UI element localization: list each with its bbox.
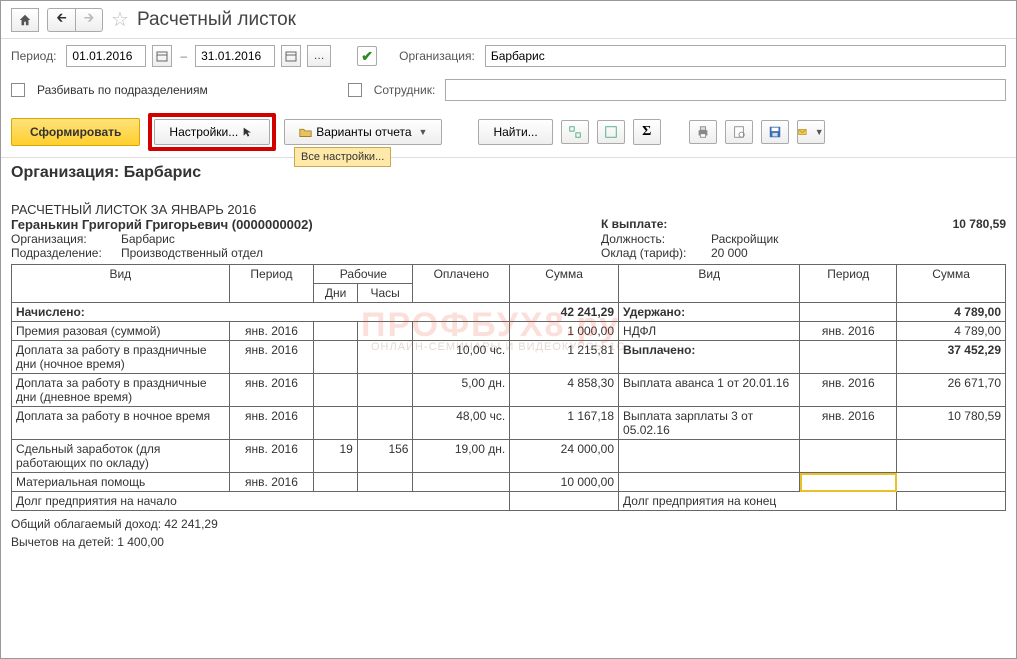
employee-checkbox[interactable] <box>348 83 362 97</box>
email-button[interactable]: ▼ <box>797 120 825 144</box>
footer-line: Вычетов на детей: 1 400,00 <box>11 533 1006 551</box>
org-label: Организация: <box>399 49 475 63</box>
table-row: Премия разовая (суммой)янв. 20161 000,00… <box>12 322 1006 341</box>
table-row: Сдельный заработок (для работающих по ок… <box>12 440 1006 473</box>
folder-icon <box>299 126 312 139</box>
period-from-calendar-icon[interactable] <box>152 45 172 67</box>
period-separator: – <box>180 49 187 63</box>
expand-groups-button[interactable] <box>561 120 589 144</box>
table-row: Доплата за работу в праздничные дни (ноч… <box>12 341 1006 374</box>
org-input[interactable] <box>485 45 1006 67</box>
favorite-icon[interactable]: ☆ <box>111 7 129 32</box>
pay-label: К выплате: <box>601 217 667 232</box>
print-button[interactable] <box>689 120 717 144</box>
table-row: Доплата за работу в ночное времяянв. 201… <box>12 407 1006 440</box>
footer-line: Общий облагаемый доход: 42 241,29 <box>11 515 1006 533</box>
table-header-row: Вид Период Рабочие Оплачено Сумма Вид Пе… <box>12 265 1006 284</box>
period-to-input[interactable] <box>195 45 275 67</box>
page-title: Расчетный листок <box>137 9 296 31</box>
table-row: Доплата за работу в праздничные дни (дне… <box>12 374 1006 407</box>
period-to-calendar-icon[interactable] <box>281 45 301 67</box>
split-label: Разбивать по подразделениям <box>37 83 208 97</box>
back-button[interactable]: 🡰 <box>47 8 75 32</box>
payslip-table: Вид Период Рабочие Оплачено Сумма Вид Пе… <box>11 264 1006 511</box>
split-checkbox[interactable] <box>11 83 25 97</box>
collapse-groups-button[interactable] <box>597 120 625 144</box>
period-label: Период: <box>11 49 56 63</box>
table-row: Материальная помощьянв. 201610 000,00 <box>12 473 1006 492</box>
chevron-down-icon: ▼ <box>419 127 428 137</box>
employee-input[interactable] <box>445 79 1006 101</box>
sheet-title: РАСЧЕТНЫЙ ЛИСТОК ЗА ЯНВАРЬ 2016 <box>11 202 1006 217</box>
employee-label: Сотрудник: <box>374 83 436 97</box>
sum-button[interactable]: Σ <box>633 119 661 145</box>
selected-cell[interactable] <box>800 473 897 492</box>
all-settings-tooltip: Все настройки... <box>294 147 391 167</box>
report-variants-button[interactable]: Варианты отчета ▼ <box>284 119 442 145</box>
find-button[interactable]: Найти... <box>478 119 552 145</box>
report-org-header: Организация: Барбарис <box>11 162 1006 188</box>
cursor-icon <box>242 126 255 139</box>
home-button[interactable] <box>11 8 39 32</box>
preview-button[interactable] <box>725 120 753 144</box>
chevron-down-icon: ▼ <box>815 127 824 137</box>
period-from-input[interactable] <box>66 45 146 67</box>
org-enabled-checkbox[interactable]: ✔ <box>357 46 377 66</box>
employee-line: Геранькин Григорий Григорьевич (00000000… <box>11 217 601 232</box>
period-ellipsis-button[interactable]: … <box>307 45 331 67</box>
table-section-row: Начислено: 42 241,29 Удержано: 4 789,00 <box>12 303 1006 322</box>
save-button[interactable] <box>761 120 789 144</box>
forward-button[interactable]: 🡲 <box>75 8 103 32</box>
pay-value: 10 780,59 <box>953 217 1006 232</box>
table-row: Долг предприятия на начало Долг предприя… <box>12 492 1006 511</box>
generate-button[interactable]: Сформировать <box>11 118 140 146</box>
settings-button[interactable]: Настройки... <box>154 119 270 145</box>
